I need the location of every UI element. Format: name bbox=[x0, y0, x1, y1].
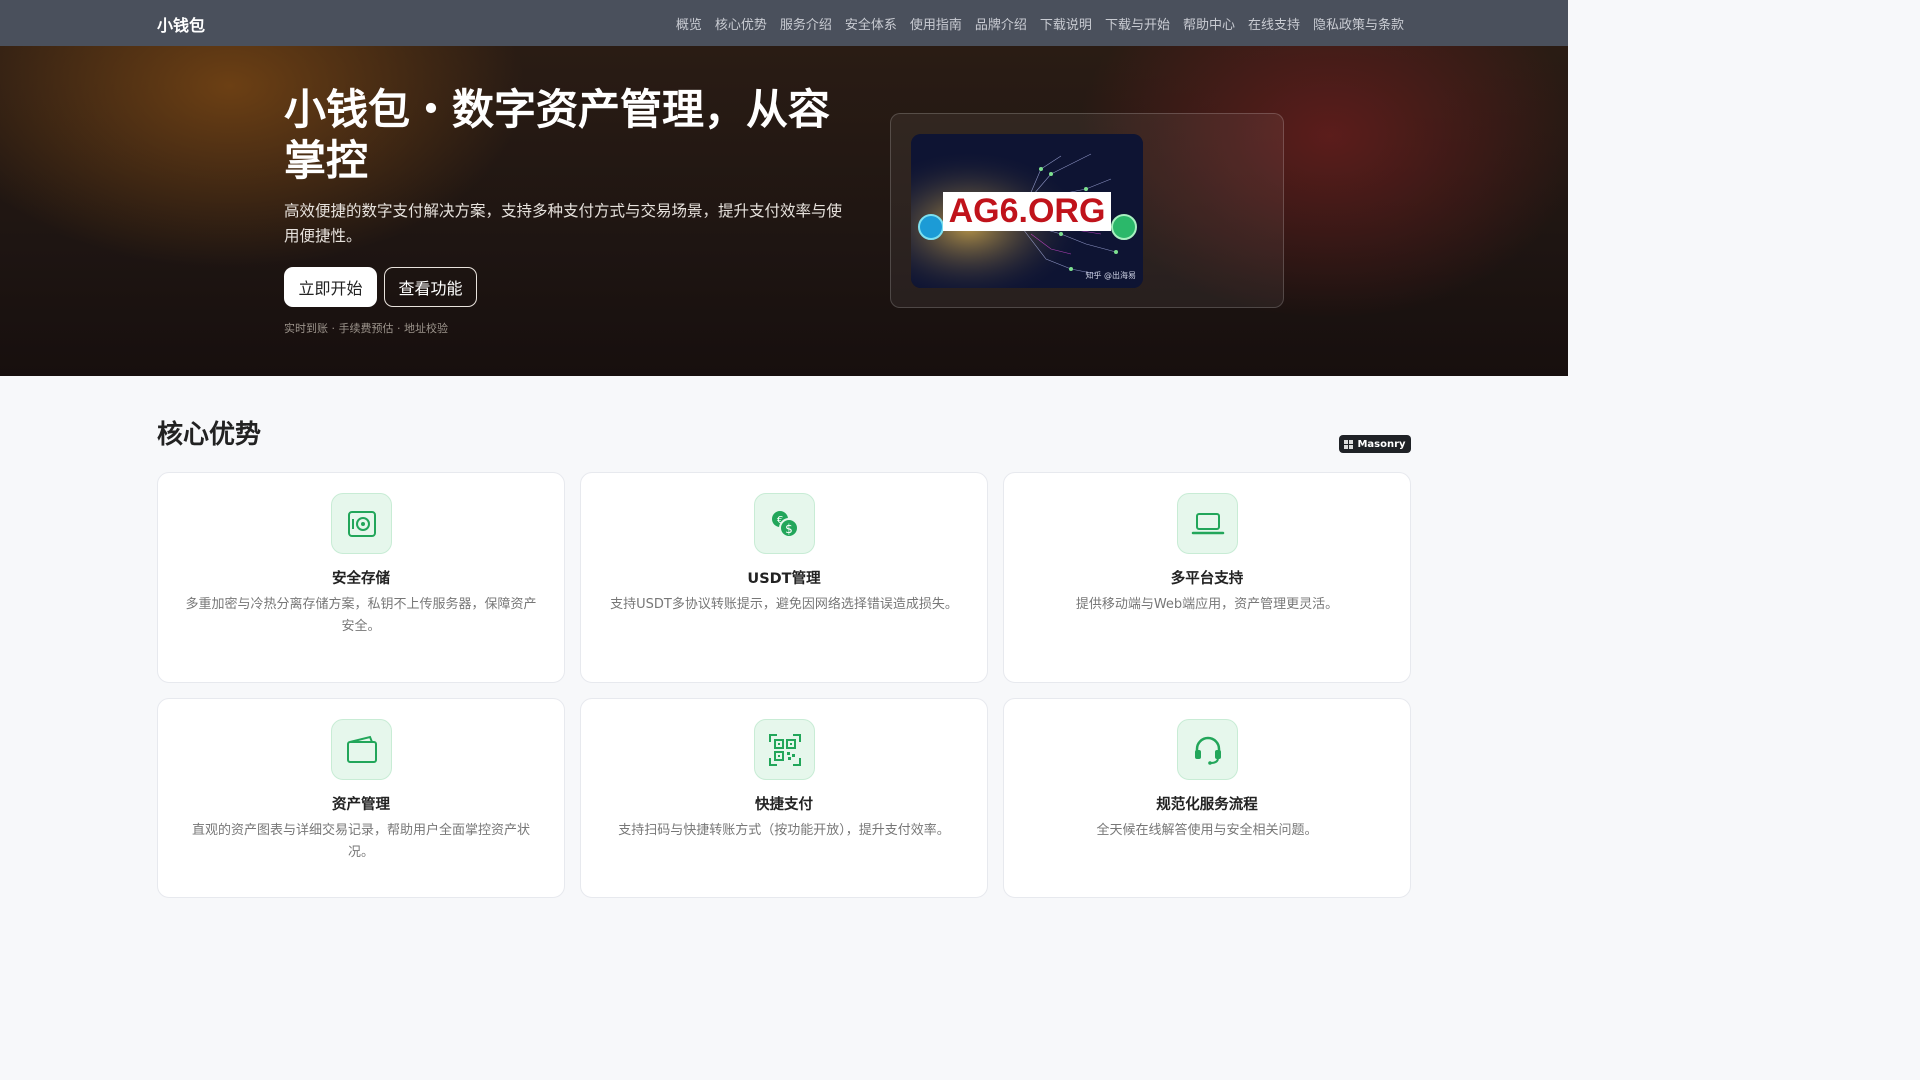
nav-link-brand[interactable]: 品牌介绍 bbox=[975, 14, 1027, 33]
card-desc: 支持扫码与快捷转账方式（按功能开放），提升支付效率。 bbox=[618, 823, 950, 838]
section-title: 核心优势 bbox=[157, 420, 262, 450]
nav-link-download-start[interactable]: 下载与开始 bbox=[1105, 14, 1170, 33]
hero-title: 小钱包・数字资产管理，从容掌控 bbox=[284, 85, 831, 185]
grid-icon bbox=[1344, 439, 1354, 449]
feature-card-service-process[interactable]: 规范化服务流程 全天候在线解答使用与安全相关问题。 bbox=[1003, 698, 1411, 898]
nav-link-security[interactable]: 安全体系 bbox=[845, 14, 897, 33]
hero-image: AG6.ORG 知乎 @出海易 bbox=[911, 134, 1143, 288]
headset-icon bbox=[1194, 736, 1221, 765]
nav-link-support[interactable]: 在线支持 bbox=[1248, 14, 1300, 33]
svg-text:$: $ bbox=[785, 522, 793, 536]
safe-icon bbox=[347, 510, 376, 537]
icon-box bbox=[331, 719, 392, 780]
icon-box bbox=[1177, 719, 1238, 780]
image-banner-text: AG6.ORG bbox=[943, 192, 1111, 231]
view-features-button[interactable]: 查看功能 bbox=[384, 267, 477, 307]
laptop-icon bbox=[1191, 512, 1224, 534]
card-title: 规范化服务流程 bbox=[1156, 797, 1258, 813]
wallet-icon bbox=[346, 735, 377, 763]
currency-exchange-icon: € $ bbox=[771, 510, 799, 538]
nav-link-download-info[interactable]: 下载说明 bbox=[1040, 14, 1092, 33]
hero-subtitle: 高效便捷的数字支付解决方案，支持多种支付方式与交易场景，提升支付效率与使用便捷性… bbox=[284, 202, 843, 245]
icon-box: € $ bbox=[754, 493, 815, 554]
hero-note: 实时到账 · 手续费预估 · 地址校验 bbox=[284, 322, 448, 335]
card-desc: 全天候在线解答使用与安全相关问题。 bbox=[1096, 823, 1318, 838]
card-desc: 提供移动端与Web端应用，资产管理更灵活。 bbox=[1075, 597, 1339, 612]
card-desc: 多重加密与冷热分离存储方案，私钥不上传服务器，保障资产安全。 bbox=[185, 597, 537, 634]
card-title: USDT管理 bbox=[747, 571, 821, 587]
masonry-badge: Masonry bbox=[1339, 435, 1411, 453]
icon-box bbox=[331, 493, 392, 554]
nav-link-advantages[interactable]: 核心优势 bbox=[715, 14, 767, 33]
nav-link-guide[interactable]: 使用指南 bbox=[910, 14, 962, 33]
hero-section: 小钱包・数字资产管理，从容掌控 高效便捷的数字支付解决方案，支持多种支付方式与交… bbox=[0, 46, 1568, 376]
nav-link-help[interactable]: 帮助中心 bbox=[1183, 14, 1235, 33]
feature-card-asset-management[interactable]: 资产管理 直观的资产图表与详细交易记录，帮助用户全面掌控资产状况。 bbox=[157, 698, 565, 898]
icon-box bbox=[754, 719, 815, 780]
feature-card-multi-platform[interactable]: 多平台支持 提供移动端与Web端应用，资产管理更灵活。 bbox=[1003, 472, 1411, 683]
card-title: 多平台支持 bbox=[1170, 571, 1244, 587]
brand-logo[interactable]: 小钱包 bbox=[157, 12, 205, 36]
card-title: 资产管理 bbox=[332, 797, 390, 813]
card-title: 快捷支付 bbox=[755, 797, 813, 813]
card-desc: 直观的资产图表与详细交易记录，帮助用户全面掌控资产状况。 bbox=[191, 823, 530, 860]
start-now-button[interactable]: 立即开始 bbox=[284, 267, 377, 307]
nav-link-services[interactable]: 服务介绍 bbox=[780, 14, 832, 33]
badge-label: Masonry bbox=[1357, 438, 1406, 450]
card-title: 安全存储 bbox=[332, 571, 390, 587]
feature-card-quick-pay[interactable]: 快捷支付 支持扫码与快捷转账方式（按功能开放），提升支付效率。 bbox=[580, 698, 988, 898]
nav-links: 概览 核心优势 服务介绍 安全体系 使用指南 品牌介绍 下载说明 下载与开始 帮… bbox=[676, 14, 1404, 33]
card-desc: 支持USDT多协议转账提示，避免因网络选择错误造成损失。 bbox=[610, 597, 958, 612]
image-credit: 知乎 @出海易 bbox=[1085, 271, 1136, 280]
nav-link-overview[interactable]: 概览 bbox=[676, 14, 702, 33]
top-navbar: 小钱包 概览 核心优势 服务介绍 安全体系 使用指南 品牌介绍 下载说明 下载与… bbox=[0, 0, 1568, 46]
feature-card-usdt[interactable]: € $ USDT管理 支持USDT多协议转账提示，避免因网络选择错误造成损失。 bbox=[580, 472, 988, 683]
feature-card-secure-storage[interactable]: 安全存储 多重加密与冷热分离存储方案，私钥不上传服务器，保障资产安全。 bbox=[157, 472, 565, 683]
qr-scan-icon bbox=[768, 733, 801, 766]
icon-box bbox=[1177, 493, 1238, 554]
hero-image-frame: AG6.ORG 知乎 @出海易 bbox=[890, 113, 1284, 308]
nav-link-privacy[interactable]: 隐私政策与条款 bbox=[1313, 14, 1404, 33]
